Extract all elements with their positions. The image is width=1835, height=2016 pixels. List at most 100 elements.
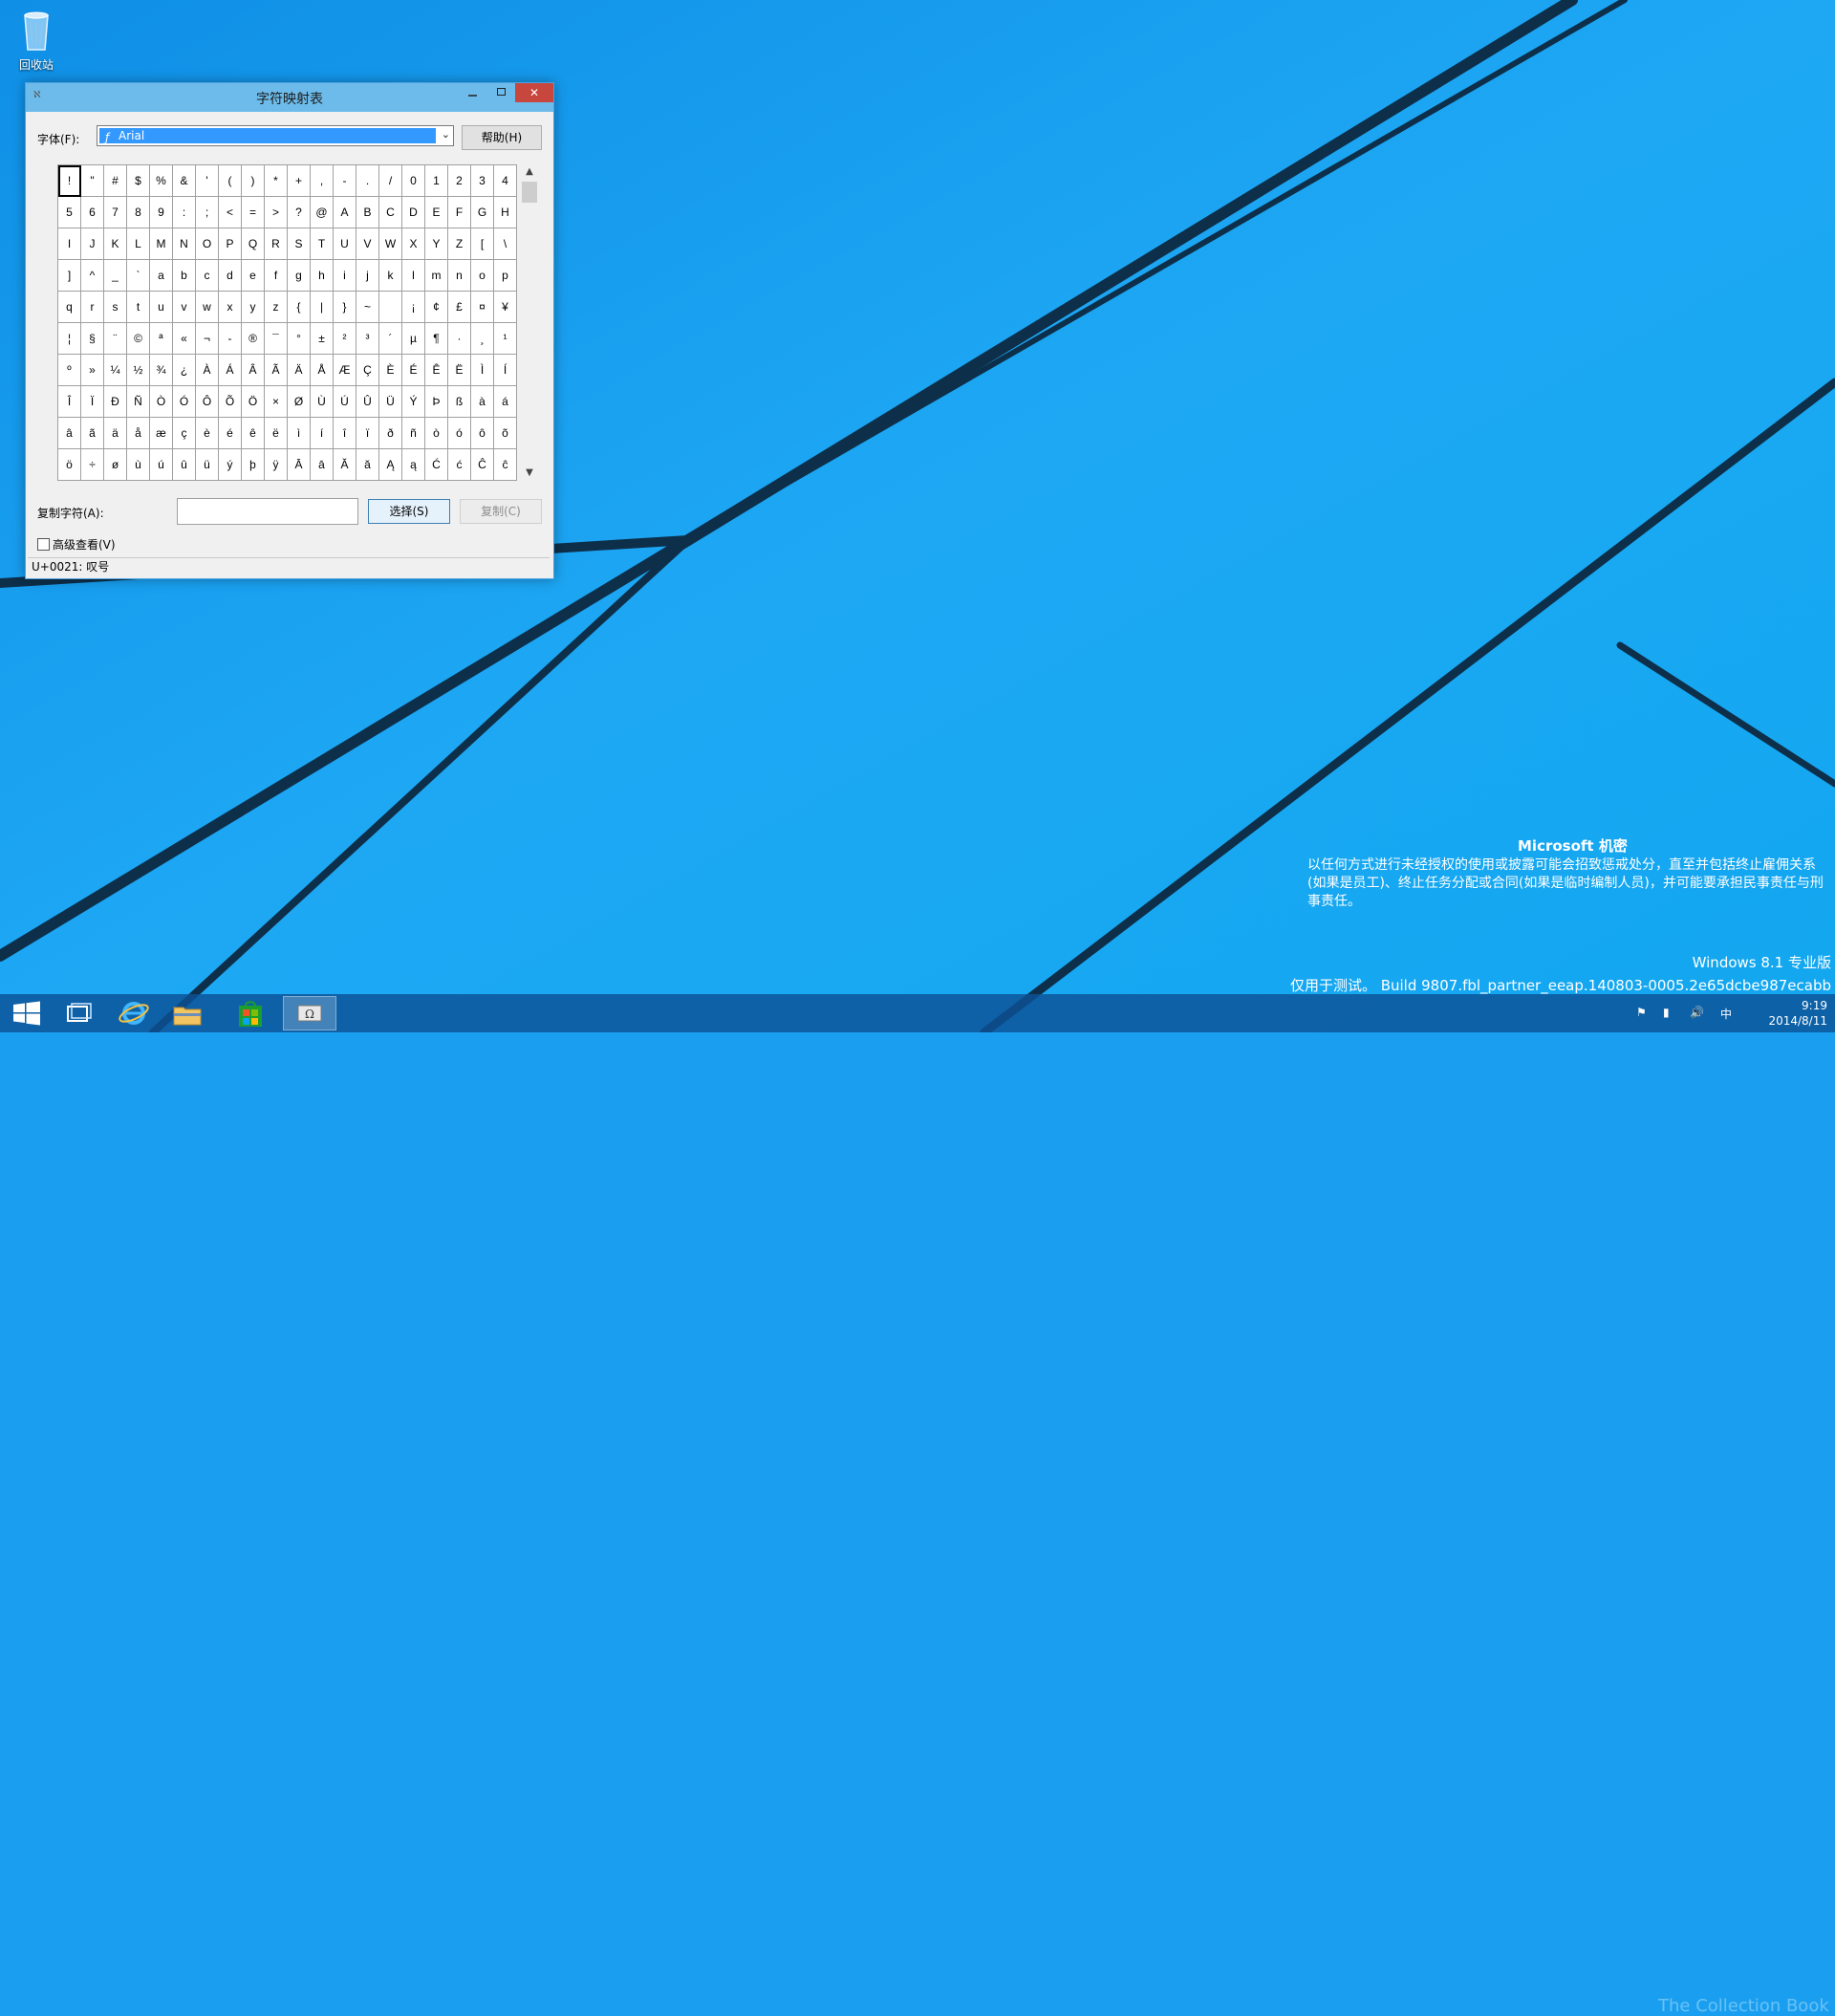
character-cell[interactable]: ñ [402, 418, 425, 449]
taskbar[interactable]: Ω The Collection Book ⚑ ▮ 🔊 中 9:19 2014/… [0, 994, 1835, 2016]
character-cell[interactable]: ; [196, 197, 219, 228]
character-cell[interactable]: ó [448, 418, 471, 449]
character-cell[interactable]: Ø [288, 386, 311, 418]
character-cell[interactable]: $ [127, 165, 150, 197]
character-cell[interactable]: Ã [265, 355, 288, 386]
store-button[interactable] [224, 996, 277, 1030]
character-cell[interactable]: Æ [334, 355, 356, 386]
character-cell[interactable]: ' [196, 165, 219, 197]
character-cell[interactable]: E [425, 197, 448, 228]
character-cell[interactable]: k [379, 260, 402, 292]
character-cell[interactable]: á [494, 386, 517, 418]
character-cell[interactable]: I [58, 228, 81, 260]
character-cell[interactable]: = [242, 197, 265, 228]
help-button[interactable]: 帮助(H) [462, 125, 542, 150]
character-cell[interactable]: à [471, 386, 494, 418]
character-cell[interactable]: L [127, 228, 150, 260]
character-cell[interactable]: i [334, 260, 356, 292]
character-cell[interactable]: ½ [127, 355, 150, 386]
character-cell[interactable]: n [448, 260, 471, 292]
character-cell[interactable]: ! [58, 165, 81, 197]
character-cell[interactable]: ¿ [173, 355, 196, 386]
character-cell[interactable]: º [58, 355, 81, 386]
character-cell[interactable]: ^ [81, 260, 104, 292]
character-cell[interactable]: 9 [150, 197, 173, 228]
character-cell[interactable]: ¸ [471, 323, 494, 355]
character-cell[interactable]: 7 [104, 197, 127, 228]
character-cell[interactable]: Ì [471, 355, 494, 386]
character-cell[interactable]: ð [379, 418, 402, 449]
character-cell[interactable]: V [356, 228, 379, 260]
character-cell[interactable]: 8 [127, 197, 150, 228]
advanced-view-checkbox[interactable] [37, 538, 50, 551]
character-cell[interactable]: Ą [379, 449, 402, 481]
character-cell[interactable]: - [334, 165, 356, 197]
character-cell[interactable]: * [265, 165, 288, 197]
character-grid[interactable]: ! " # $% & '() * +, -./0 1 2 3 4 5 6 7 8 9:; < = >? @ A B C D E F G H… [57, 164, 517, 481]
character-cell[interactable]: ª [150, 323, 173, 355]
chevron-down-icon[interactable]: ⌄ [442, 128, 450, 141]
character-cell[interactable]: ¹ [494, 323, 517, 355]
character-cell[interactable]: , [311, 165, 334, 197]
character-cell[interactable]: ° [288, 323, 311, 355]
character-cell[interactable]: Ï [81, 386, 104, 418]
character-cell[interactable]: ì [288, 418, 311, 449]
character-cell[interactable]: & [173, 165, 196, 197]
character-cell[interactable]: ¦ [58, 323, 81, 355]
character-cell[interactable]: ß [448, 386, 471, 418]
system-clock[interactable]: 9:19 2014/8/11 [1768, 998, 1827, 1029]
character-cell[interactable]: É [402, 355, 425, 386]
character-cell[interactable]: X [402, 228, 425, 260]
character-cell[interactable]: a [150, 260, 173, 292]
character-cell[interactable]: ý [219, 449, 242, 481]
character-cell[interactable]: o [471, 260, 494, 292]
character-cell[interactable]: è [196, 418, 219, 449]
character-cell[interactable]: Ë [448, 355, 471, 386]
character-cell[interactable]: Ö [242, 386, 265, 418]
character-cell[interactable]: ĉ [494, 449, 517, 481]
character-cell[interactable]: ¬ [196, 323, 219, 355]
character-cell[interactable]: P [219, 228, 242, 260]
character-cell[interactable]: ā [311, 449, 334, 481]
character-cell[interactable]: â [58, 418, 81, 449]
character-cell[interactable]: H [494, 197, 517, 228]
character-cell[interactable]: ê [242, 418, 265, 449]
character-cell[interactable]: Õ [219, 386, 242, 418]
character-cell[interactable]: - [219, 323, 242, 355]
character-cell[interactable]: È [379, 355, 402, 386]
character-cell[interactable]: ù [127, 449, 150, 481]
character-cell[interactable]: G [471, 197, 494, 228]
character-cell[interactable]: 1 [425, 165, 448, 197]
character-cell[interactable]: ¨ [104, 323, 127, 355]
character-cell[interactable]: £ [448, 292, 471, 323]
character-cell[interactable]: ? [288, 197, 311, 228]
character-cell[interactable]: K [104, 228, 127, 260]
character-cell[interactable]: ï [356, 418, 379, 449]
character-cell[interactable]: µ [402, 323, 425, 355]
character-cell[interactable]: Ä [288, 355, 311, 386]
character-cell[interactable]: ` [127, 260, 150, 292]
character-cell[interactable]: ú [150, 449, 173, 481]
character-cell[interactable]: Þ [425, 386, 448, 418]
character-cell[interactable]: Ó [173, 386, 196, 418]
character-cell[interactable]: J [81, 228, 104, 260]
character-cell[interactable]: y [242, 292, 265, 323]
character-cell[interactable]: æ [150, 418, 173, 449]
character-cell[interactable]: ã [81, 418, 104, 449]
character-cell[interactable]: F [448, 197, 471, 228]
character-cell[interactable]: Ð [104, 386, 127, 418]
start-button[interactable] [0, 996, 54, 1030]
character-cell[interactable]: ÿ [265, 449, 288, 481]
task-view-button[interactable] [54, 996, 107, 1030]
close-button[interactable]: ✕ [515, 83, 553, 102]
character-cell[interactable]: c [196, 260, 219, 292]
character-cell[interactable]: ] [58, 260, 81, 292]
character-cell[interactable]: . [356, 165, 379, 197]
character-cell[interactable]: ą [402, 449, 425, 481]
character-cell[interactable]: l [402, 260, 425, 292]
character-cell[interactable]: < [219, 197, 242, 228]
copy-characters-input[interactable] [177, 498, 358, 525]
character-cell[interactable]: R [265, 228, 288, 260]
font-dropdown[interactable]: ƒ Arial ⌄ [97, 125, 454, 146]
character-cell[interactable]: w [196, 292, 219, 323]
